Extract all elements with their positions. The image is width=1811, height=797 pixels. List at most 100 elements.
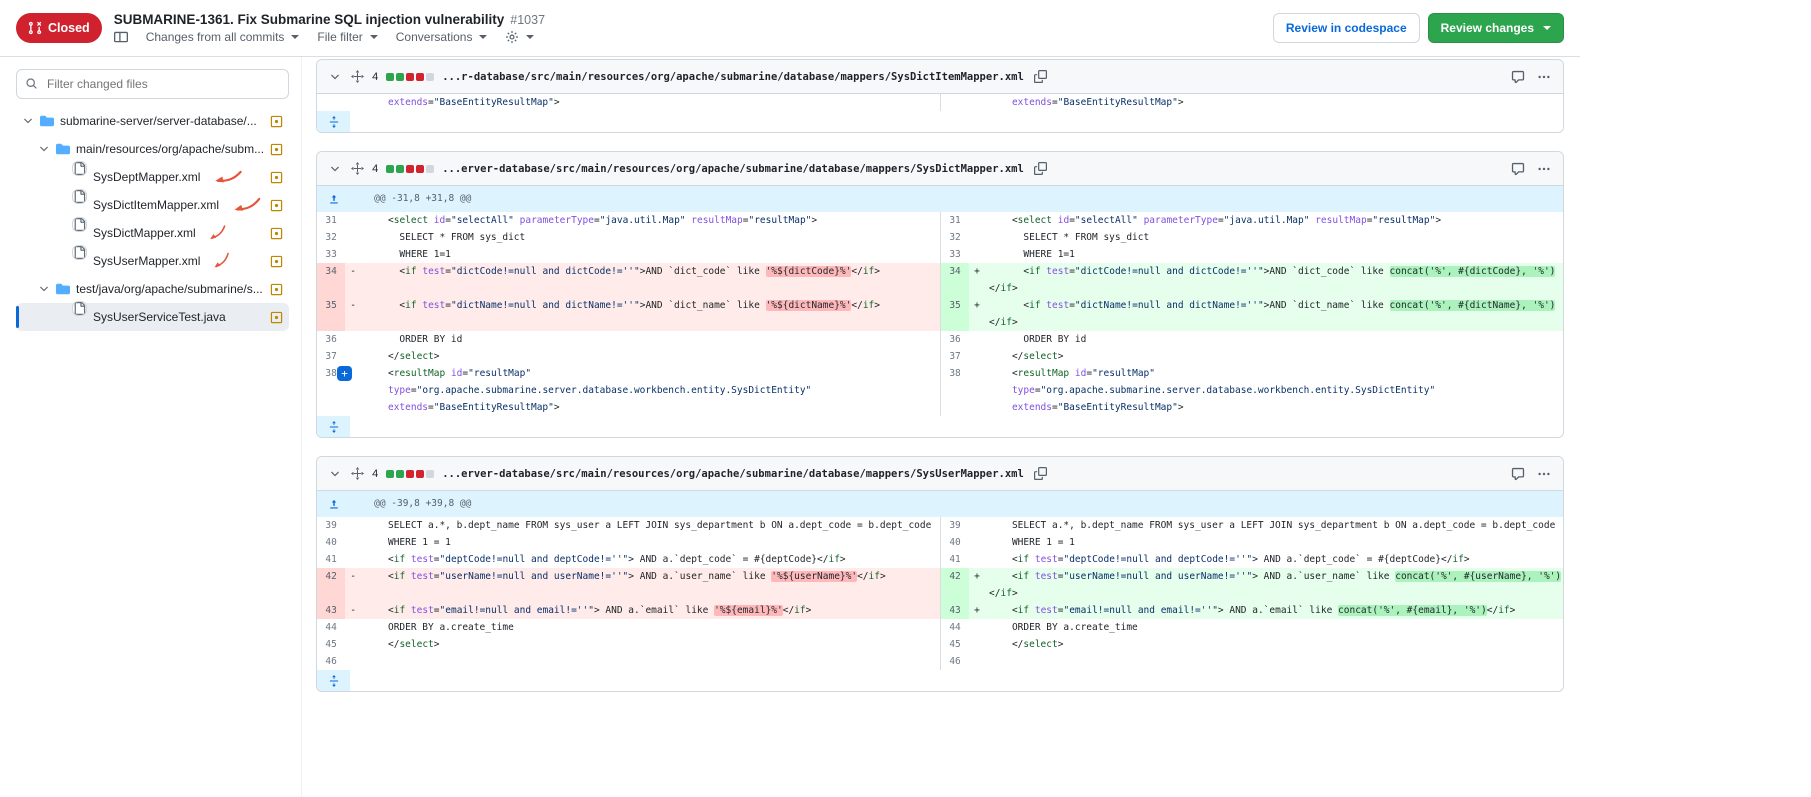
tree-file-row[interactable]: SysDictMapper.xml <box>16 219 289 247</box>
expand-hunk-button[interactable] <box>317 491 350 517</box>
line-number[interactable]: 42 <box>941 568 969 602</box>
line-number[interactable]: 35 <box>317 297 345 331</box>
file-path-link[interactable]: ...r-database/src/main/resources/org/apa… <box>442 71 1024 83</box>
diff-sign <box>345 331 361 348</box>
line-number[interactable]: 44 <box>941 619 969 636</box>
diff-file-header: 4 ...r-database/src/main/resources/org/a… <box>317 60 1563 94</box>
tree-file-row[interactable]: SysDictItemMapper.xml <box>16 191 289 219</box>
file-tree-sidebar: submarine-server/server-database/...main… <box>0 57 302 797</box>
conversations-dropdown[interactable]: Conversations <box>396 30 488 44</box>
comment-on-file-button[interactable] <box>1509 68 1527 86</box>
copy-path-button[interactable] <box>1032 160 1049 177</box>
copy-path-button[interactable] <box>1032 465 1049 482</box>
file-icon <box>72 161 87 176</box>
code-line: </select> <box>985 348 1563 365</box>
tree-file-row[interactable]: SysDeptMapper.xml <box>16 163 289 191</box>
line-number[interactable]: 42 <box>317 568 345 602</box>
comment-on-file-button[interactable] <box>1509 160 1527 178</box>
diff-sign <box>345 619 361 636</box>
pr-number: #1037 <box>510 13 545 27</box>
line-number[interactable] <box>317 94 345 111</box>
line-number[interactable]: 32 <box>317 229 345 246</box>
file-menu-kebab-button[interactable] <box>1535 465 1553 483</box>
chevron-down-icon <box>22 115 34 127</box>
expand-down-button[interactable] <box>317 416 350 437</box>
line-number[interactable]: 38 <box>941 365 969 416</box>
line-number[interactable]: 39 <box>317 517 345 534</box>
diff-file-header: 4 ...erver-database/src/main/resources/o… <box>317 457 1563 491</box>
diff-line-row: 39 SELECT a.*, b.dept_name FROM sys_user… <box>317 517 1563 534</box>
line-number[interactable]: 37 <box>317 348 345 365</box>
line-number[interactable]: 43 <box>941 602 969 619</box>
line-number[interactable]: +38 <box>317 365 345 416</box>
line-number[interactable]: 36 <box>317 331 345 348</box>
diffstat-blocks <box>386 470 434 478</box>
diff-side: 40 WHERE 1 = 1 <box>317 534 940 551</box>
diff-sign <box>969 619 985 636</box>
line-number[interactable]: 45 <box>941 636 969 653</box>
line-number[interactable]: 34 <box>317 263 345 297</box>
drag-handle-icon[interactable] <box>351 467 364 480</box>
file-menu-kebab-button[interactable] <box>1535 160 1553 178</box>
diff-side: 42- <if test="userName!=null and userNam… <box>317 568 940 602</box>
line-number[interactable]: 41 <box>941 551 969 568</box>
tree-folder-row[interactable]: submarine-server/server-database/... <box>16 107 289 135</box>
code-line: <if test="userName!=null and userName!='… <box>985 568 1563 602</box>
line-number[interactable]: 31 <box>317 212 345 229</box>
add-line-comment-button[interactable]: + <box>337 366 352 381</box>
comment-on-file-button[interactable] <box>1509 465 1527 483</box>
line-number[interactable]: 31 <box>941 212 969 229</box>
chevron-down-icon <box>38 283 50 295</box>
line-number[interactable]: 35 <box>941 297 969 331</box>
review-in-codespace-button[interactable]: Review in codespace <box>1273 13 1420 43</box>
diff-sign: + <box>969 297 985 331</box>
line-number[interactable]: 45 <box>317 636 345 653</box>
collapse-file-chevron-icon[interactable] <box>327 466 343 482</box>
changes-from-dropdown[interactable]: Changes from all commits <box>146 30 300 44</box>
filter-files-input[interactable] <box>16 69 289 99</box>
expand-down-button[interactable] <box>317 670 350 691</box>
drag-handle-icon[interactable] <box>351 70 364 83</box>
collapse-file-chevron-icon[interactable] <box>327 69 343 85</box>
line-number[interactable]: 40 <box>317 534 345 551</box>
line-number[interactable]: 46 <box>317 653 345 670</box>
tree-item-label: SysDeptMapper.xml <box>93 170 200 184</box>
line-number[interactable]: 43 <box>317 602 345 619</box>
line-number[interactable]: 41 <box>317 551 345 568</box>
diff-sign <box>345 534 361 551</box>
diff-side: 43- <if test="email!=null and email!=''"… <box>317 602 940 619</box>
line-number[interactable]: 36 <box>941 331 969 348</box>
expand-hunk-button[interactable] <box>317 186 350 212</box>
diff-side: 45 </select> <box>940 636 1563 653</box>
tree-folder-row[interactable]: main/resources/org/apache/subm... <box>16 135 289 163</box>
tree-file-row[interactable]: SysUserServiceTest.java <box>16 303 289 331</box>
diff-settings-gear-button[interactable] <box>505 30 534 44</box>
line-number[interactable] <box>941 94 969 111</box>
annotation-arrow <box>210 168 245 186</box>
line-number[interactable]: 46 <box>941 653 969 670</box>
diff-line-row: 43- <if test="email!=null and email!=''"… <box>317 602 1563 619</box>
file-menu-kebab-button[interactable] <box>1535 68 1553 86</box>
collapse-file-chevron-icon[interactable] <box>327 161 343 177</box>
line-number[interactable]: 34 <box>941 263 969 297</box>
line-number[interactable]: 44 <box>317 619 345 636</box>
copy-path-button[interactable] <box>1032 68 1049 85</box>
tree-file-row[interactable]: SysUserMapper.xml <box>16 247 289 275</box>
review-changes-button[interactable]: Review changes <box>1428 13 1564 43</box>
toggle-file-tree-button[interactable] <box>114 30 128 44</box>
file-filter-dropdown[interactable]: File filter <box>317 30 377 44</box>
file-path-link[interactable]: ...erver-database/src/main/resources/org… <box>442 468 1024 480</box>
line-number[interactable]: 40 <box>941 534 969 551</box>
drag-handle-icon[interactable] <box>351 162 364 175</box>
expand-down-button[interactable] <box>317 111 350 132</box>
code-line: ORDER BY a.create_time <box>985 619 1563 636</box>
line-number[interactable]: 33 <box>317 246 345 263</box>
line-number[interactable]: 32 <box>941 229 969 246</box>
line-number[interactable]: 39 <box>941 517 969 534</box>
diff-sign <box>969 365 985 416</box>
code-line: <select id="selectAll" parameterType="ja… <box>361 212 940 229</box>
line-number[interactable]: 33 <box>941 246 969 263</box>
tree-folder-row[interactable]: test/java/org/apache/submarine/s... <box>16 275 289 303</box>
file-path-link[interactable]: ...erver-database/src/main/resources/org… <box>442 163 1024 175</box>
line-number[interactable]: 37 <box>941 348 969 365</box>
